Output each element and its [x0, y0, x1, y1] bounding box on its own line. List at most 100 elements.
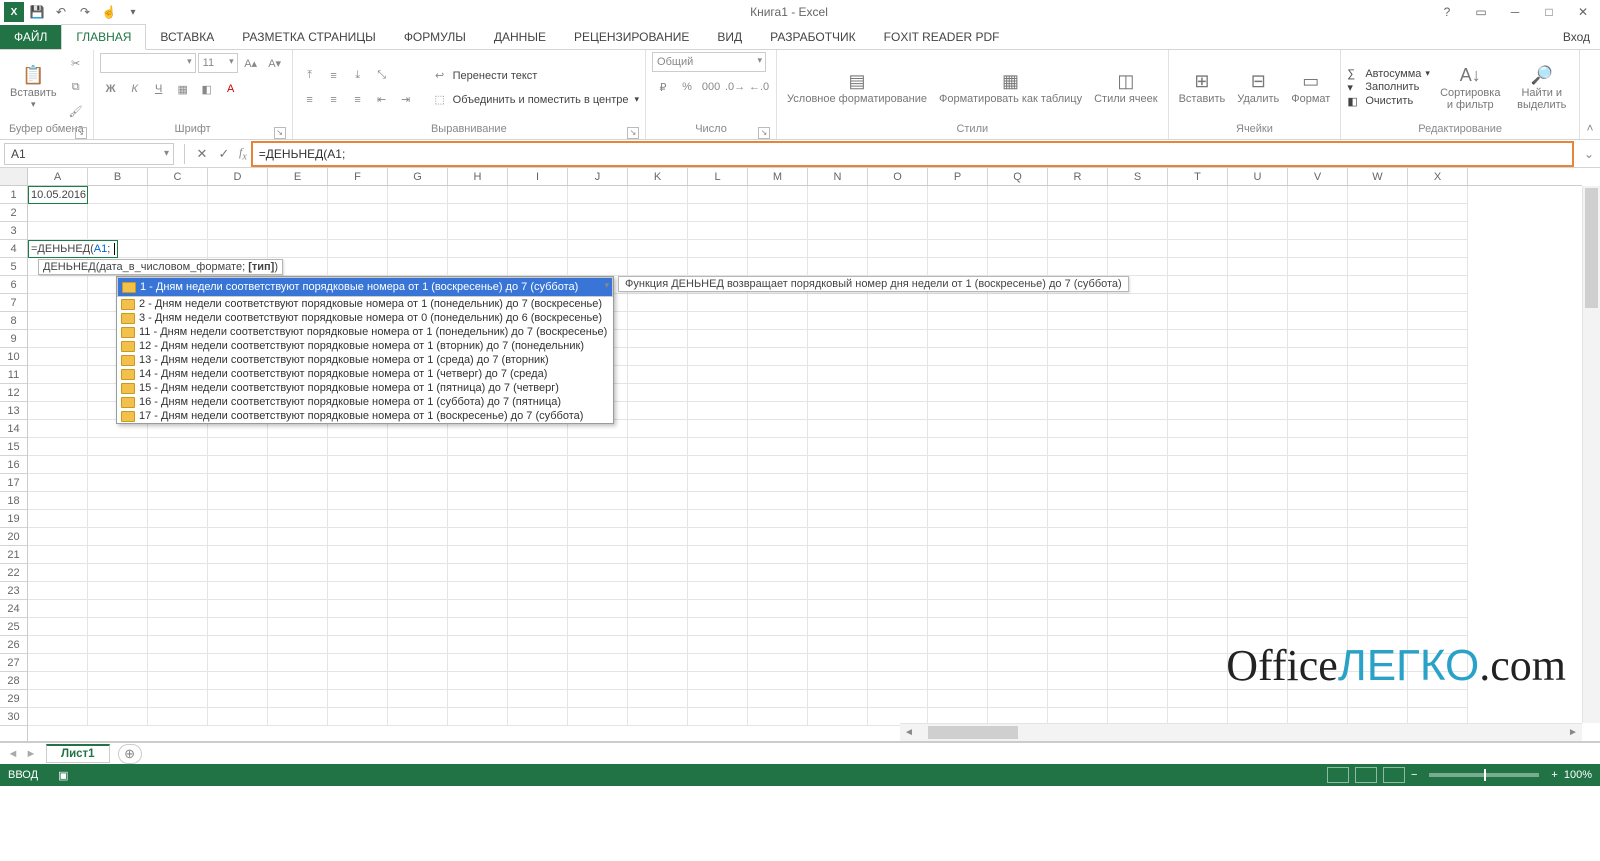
cell[interactable] — [1288, 366, 1348, 384]
cell[interactable] — [88, 474, 148, 492]
cell[interactable] — [1108, 402, 1168, 420]
cell[interactable] — [988, 240, 1048, 258]
tab-formulas[interactable]: ФОРМУЛЫ — [390, 25, 480, 49]
indent-inc-icon[interactable]: ⇥ — [395, 89, 417, 111]
cell[interactable] — [868, 312, 928, 330]
cell[interactable] — [88, 204, 148, 222]
cell[interactable] — [448, 240, 508, 258]
cell[interactable] — [1108, 456, 1168, 474]
cell[interactable] — [88, 510, 148, 528]
cell[interactable] — [508, 564, 568, 582]
cell[interactable] — [1408, 492, 1468, 510]
cell[interactable] — [808, 204, 868, 222]
insert-cells-button[interactable]: ⊞Вставить — [1175, 69, 1230, 107]
cell[interactable] — [1408, 510, 1468, 528]
cell[interactable] — [1408, 294, 1468, 312]
zoom-level[interactable]: 100% — [1564, 769, 1592, 781]
cell[interactable] — [1288, 474, 1348, 492]
cell[interactable] — [1048, 600, 1108, 618]
cell[interactable] — [1048, 690, 1108, 708]
cell[interactable] — [568, 600, 628, 618]
cell[interactable] — [988, 420, 1048, 438]
cell[interactable] — [988, 492, 1048, 510]
cell[interactable] — [1408, 312, 1468, 330]
cell[interactable] — [1288, 654, 1348, 672]
cell[interactable] — [148, 528, 208, 546]
scrollbar-thumb[interactable] — [928, 726, 1018, 739]
cell[interactable] — [1348, 510, 1408, 528]
column-header[interactable]: I — [508, 168, 568, 185]
tab-foxit[interactable]: FOXIT READER PDF — [870, 25, 1014, 49]
row-header[interactable]: 5 — [0, 258, 27, 276]
cell[interactable] — [448, 546, 508, 564]
cell[interactable] — [748, 582, 808, 600]
cell[interactable] — [88, 708, 148, 726]
cell[interactable] — [328, 582, 388, 600]
cell[interactable] — [868, 204, 928, 222]
cell[interactable] — [1048, 654, 1108, 672]
cell[interactable] — [568, 474, 628, 492]
dialog-launcher-icon[interactable]: ↘ — [75, 127, 87, 139]
view-normal-icon[interactable] — [1327, 767, 1349, 783]
cell[interactable] — [1048, 222, 1108, 240]
row-header[interactable]: 27 — [0, 654, 27, 672]
cell[interactable] — [28, 636, 88, 654]
cell[interactable] — [148, 204, 208, 222]
cell[interactable] — [1048, 330, 1108, 348]
cell[interactable] — [148, 186, 208, 204]
cell[interactable] — [1288, 348, 1348, 366]
cell[interactable] — [1408, 420, 1468, 438]
cell[interactable] — [928, 420, 988, 438]
cell[interactable] — [208, 600, 268, 618]
cell[interactable] — [1108, 330, 1168, 348]
zoom-out-icon[interactable]: − — [1411, 769, 1417, 781]
fill-button[interactable]: ▾Заполнить — [1347, 81, 1430, 94]
cell[interactable] — [1168, 564, 1228, 582]
horizontal-scrollbar[interactable]: ◄ ► — [900, 723, 1582, 741]
cell[interactable] — [1288, 258, 1348, 276]
cell[interactable] — [628, 366, 688, 384]
cell[interactable] — [688, 204, 748, 222]
cell[interactable] — [628, 258, 688, 276]
scroll-right-icon[interactable]: ► — [1564, 724, 1582, 741]
cell[interactable] — [28, 204, 88, 222]
cell[interactable] — [88, 564, 148, 582]
percent-icon[interactable]: % — [676, 76, 698, 98]
cell[interactable] — [1348, 402, 1408, 420]
cell[interactable] — [1228, 294, 1288, 312]
cell[interactable] — [28, 330, 88, 348]
row-header[interactable]: 25 — [0, 618, 27, 636]
currency-icon[interactable]: ₽ — [652, 76, 674, 98]
cell[interactable] — [328, 672, 388, 690]
row-header[interactable]: 6 — [0, 276, 27, 294]
cell[interactable] — [568, 618, 628, 636]
cell[interactable] — [748, 600, 808, 618]
cell[interactable] — [1348, 366, 1408, 384]
cell[interactable] — [268, 654, 328, 672]
cell[interactable] — [1048, 474, 1108, 492]
cell[interactable] — [688, 528, 748, 546]
argument-options-dropdown[interactable]: 1 - Дням недели соответствуют порядковые… — [116, 276, 614, 424]
cell[interactable] — [508, 240, 568, 258]
cell[interactable] — [1108, 204, 1168, 222]
cell[interactable] — [28, 438, 88, 456]
cell[interactable] — [1228, 312, 1288, 330]
cell[interactable] — [628, 636, 688, 654]
cell[interactable] — [388, 186, 448, 204]
cell[interactable] — [748, 636, 808, 654]
cell[interactable] — [868, 618, 928, 636]
cell[interactable] — [388, 240, 448, 258]
cell[interactable] — [1048, 312, 1108, 330]
cell[interactable] — [868, 222, 928, 240]
cell[interactable] — [688, 438, 748, 456]
cell[interactable] — [568, 672, 628, 690]
minimize-icon[interactable]: ─ — [1502, 1, 1528, 23]
cell[interactable] — [1408, 528, 1468, 546]
cell[interactable] — [1168, 636, 1228, 654]
cell[interactable] — [208, 204, 268, 222]
cell[interactable] — [808, 654, 868, 672]
cell[interactable] — [448, 528, 508, 546]
cell[interactable] — [988, 546, 1048, 564]
cell[interactable] — [508, 474, 568, 492]
cell[interactable] — [808, 564, 868, 582]
